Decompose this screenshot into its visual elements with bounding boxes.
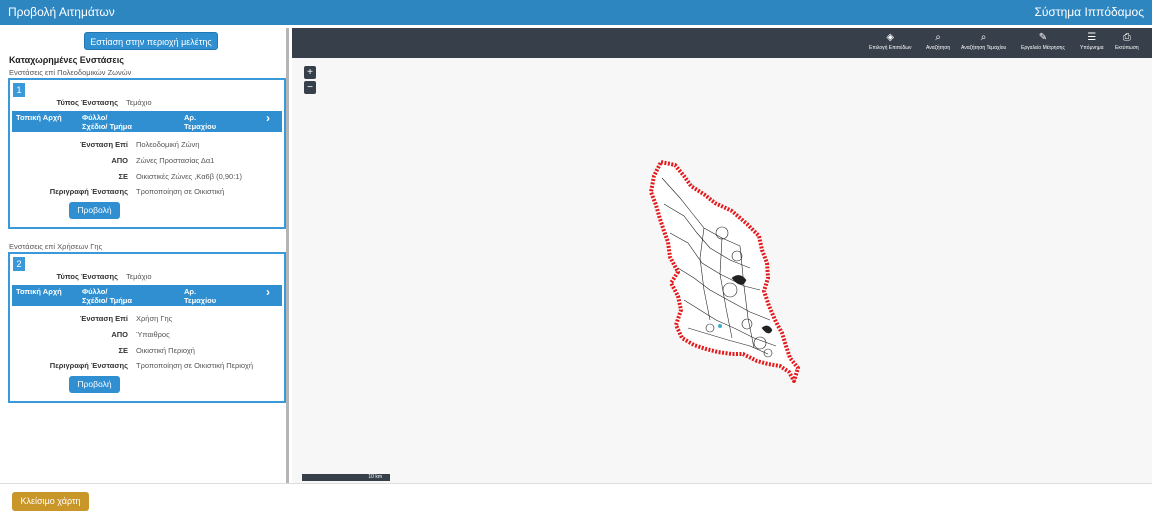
- detail-value: Ζώνες Προστασίας Δα1: [136, 156, 215, 165]
- map-view[interactable]: ◈ Επιλογή Επιπέδων ⌕ Αναζήτηση ⌕ Αναζήτη…: [292, 28, 1152, 483]
- col-sheet-plan: Φύλλο/Σχέδιο/ Τμήμα: [82, 113, 132, 131]
- scale-bar: 10 km: [302, 474, 390, 481]
- col-sheet-plan: Φύλλο/Σχέδιο/ Τμήμα: [82, 287, 132, 305]
- footer-bar: Κλείσιμο χάρτη: [0, 483, 1152, 515]
- detail-value: Πολεοδομική Ζώνη: [136, 140, 200, 149]
- detail-label: Ένσταση Επί: [79, 140, 128, 149]
- app-title: Προβολή Αιτημάτων: [8, 5, 115, 19]
- section-title-zones: Ενστάσεις επί Πολεοδομικών Ζωνών: [9, 68, 132, 77]
- col-local-authority: Τοπική Αρχή: [16, 287, 62, 296]
- study-area-boundary: [649, 160, 800, 383]
- objection-number: 1: [13, 83, 25, 97]
- view-button[interactable]: Προβολή: [69, 202, 120, 219]
- col-local-authority: Τοπική Αρχή: [16, 113, 62, 122]
- view-button[interactable]: Προβολή: [69, 376, 120, 393]
- highlight-marker: [718, 324, 722, 328]
- type-value: Τεμάχιο: [126, 272, 152, 281]
- map-canvas: [649, 160, 800, 383]
- objection-number: 2: [13, 257, 25, 271]
- type-value: Τεμάχιο: [126, 98, 152, 107]
- close-map-button[interactable]: Κλείσιμο χάρτη: [12, 492, 89, 511]
- system-title: Σύστημα Ιππόδαμος: [1034, 5, 1144, 19]
- left-panel: Εστίαση στην περιοχή μελέτης Καταχωρημέν…: [3, 28, 289, 483]
- detail-label: ΣΕ: [118, 172, 128, 181]
- parcel-table-header: Τοπική Αρχή Φύλλο/Σχέδιο/ Τμήμα Αρ. Τεμα…: [12, 285, 282, 306]
- detail-value: Χρήση Γης: [136, 314, 173, 323]
- detail-value: Οικιστική Περιοχή: [136, 346, 195, 355]
- detail-label: Περιγραφή Ένστασης: [49, 187, 128, 196]
- focus-study-area-button[interactable]: Εστίαση στην περιοχή μελέτης: [84, 32, 218, 50]
- detail-value: Τροποποίηση σε Οικιστική Περιοχή: [136, 361, 254, 370]
- detail-label: ΑΠΟ: [111, 330, 128, 339]
- detail-value: Οικιστικές Ζώνες ,Κα6β (0,90:1): [136, 172, 242, 181]
- objection-card-2: 2 Τύπος Ένστασης Τεμάχιο Τοπική Αρχή Φύλ…: [8, 252, 286, 403]
- scale-label: 10 km: [368, 474, 382, 480]
- top-bar: Προβολή Αιτημάτων Σύστημα Ιππόδαμος: [0, 0, 1152, 25]
- detail-label: Περιγραφή Ένστασης: [49, 361, 128, 370]
- chevron-right-icon[interactable]: ›: [266, 112, 270, 124]
- type-label: Τύπος Ένστασης: [56, 98, 118, 107]
- detail-value: Ύπαιθρος: [136, 330, 170, 339]
- detail-label: ΑΠΟ: [111, 156, 128, 165]
- registered-objections-title: Καταχωρημένες Ενστάσεις: [9, 55, 124, 65]
- chevron-right-icon[interactable]: ›: [266, 286, 270, 298]
- detail-label: Ένσταση Επί: [79, 314, 128, 323]
- detail-label: ΣΕ: [118, 346, 128, 355]
- type-label: Τύπος Ένστασης: [56, 272, 118, 281]
- detail-value: Τροποποίηση σε Οικιστική: [136, 187, 225, 196]
- col-parcel-number: Αρ. Τεμαχίου: [184, 113, 217, 131]
- parcel-table-header: Τοπική Αρχή Φύλλο/Σχέδιο/ Τμήμα Αρ. Τεμα…: [12, 111, 282, 132]
- objection-card-1: 1 Τύπος Ένστασης Τεμάχιο Τοπική Αρχή Φύλ…: [8, 78, 286, 229]
- section-title-land-use: Ενστάσεις επί Χρήσεων Γης: [9, 242, 103, 251]
- col-parcel-number: Αρ. Τεμαχίου: [184, 287, 217, 305]
